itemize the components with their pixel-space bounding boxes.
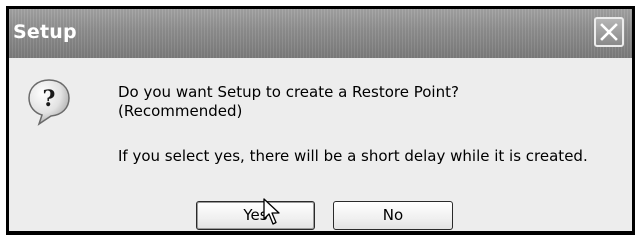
- yes-button[interactable]: Yes: [196, 201, 315, 230]
- setup-dialog: Setup ? Do you want Setup to create a Re…: [6, 6, 635, 235]
- svg-text:?: ?: [43, 86, 56, 112]
- message-question: Do you want Setup to create a Restore Po…: [118, 83, 459, 101]
- message-recommended: (Recommended): [118, 102, 243, 120]
- close-button[interactable]: [594, 17, 624, 47]
- mouse-pointer-icon: [263, 198, 280, 225]
- window-title: Setup: [13, 21, 77, 43]
- message-delay-note: If you select yes, there will be a short…: [118, 147, 588, 165]
- dialog-body: ? Do you want Setup to create a Restore …: [9, 58, 632, 231]
- no-button[interactable]: No: [333, 201, 453, 230]
- title-bar[interactable]: Setup: [9, 9, 632, 58]
- question-icon: ?: [28, 79, 70, 126]
- close-icon: [600, 23, 618, 41]
